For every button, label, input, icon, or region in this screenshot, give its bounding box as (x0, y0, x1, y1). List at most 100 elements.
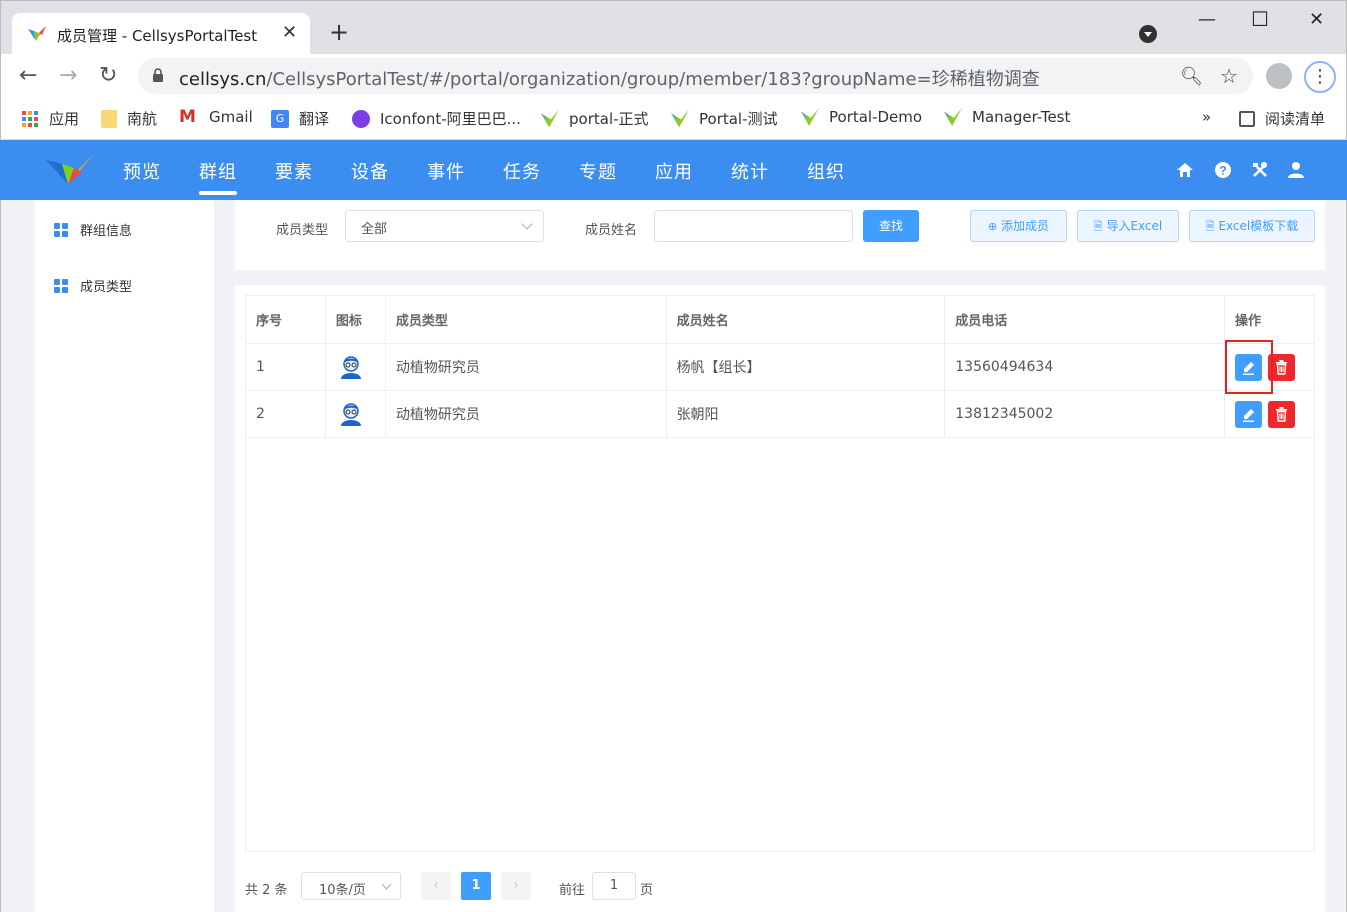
search-button[interactable]: 查找 (863, 210, 919, 242)
forward-icon[interactable]: → (59, 62, 77, 90)
nav-organization[interactable]: 组织 (807, 158, 845, 184)
member-type-value: 全部 (361, 222, 388, 237)
cell-icon (324, 343, 386, 391)
nav-events[interactable]: 事件 (427, 158, 465, 184)
download-template-button[interactable]: 🗎︎ Excel模板下载 (1189, 210, 1315, 242)
app-favicon-icon (28, 26, 46, 41)
member-type-select[interactable]: 全部 (345, 210, 544, 242)
next-page-button[interactable]: › (501, 872, 531, 900)
reading-list-icon (1239, 110, 1255, 127)
bookmark-label: Iconfont-阿里巴巴... (380, 110, 521, 128)
nav-preview[interactable]: 预览 (123, 158, 161, 184)
grid-icon (54, 278, 68, 293)
bookmark-label: 应用 (49, 110, 80, 128)
download-template-label: Excel模板下载 (1218, 219, 1299, 233)
column-header-type: 成员类型 (384, 295, 667, 344)
tools-icon[interactable] (1251, 161, 1269, 179)
nav-elements[interactable]: 要素 (275, 158, 313, 184)
zoom-icon[interactable]: 🔍︎ (1180, 66, 1203, 87)
sidebar-item-label: 成员类型 (80, 280, 133, 295)
table-row: 2 动植物研究员 张朝阳 13812345002 (245, 390, 1315, 438)
cell-member-phone: 13560494634 (944, 343, 1226, 391)
goto-label: 前往 (559, 883, 586, 898)
column-header-actions: 操作 (1224, 295, 1315, 344)
bookmark-star-icon[interactable]: ☆ (1220, 64, 1238, 88)
reading-list-button[interactable]: 阅读清单 (1239, 108, 1325, 129)
bookmark-portal-test[interactable]: Portal-测试 (671, 108, 778, 129)
sidebar-item-member-type[interactable]: 成员类型 (54, 276, 132, 295)
pencil-icon (1243, 408, 1255, 422)
main-content: 群组信息 成员类型 成员类型 全部 成员姓名 查找 ⊕ 添加成员 🗎︎ 导入Ex… (0, 200, 1347, 912)
column-header-index: 序号 (245, 295, 326, 344)
browser-tab[interactable]: 成员管理 - CellsysPortalTest ✕ (12, 13, 310, 55)
edit-button[interactable] (1235, 400, 1263, 428)
pagination: 共 2 条 10条/页 ‹ 1 › 前往 1 页 (235, 872, 1325, 902)
import-excel-button[interactable]: 🗎︎ 导入Excel (1077, 210, 1179, 242)
svg-text:?: ? (1219, 164, 1226, 178)
trash-icon (1276, 406, 1288, 422)
minimize-icon[interactable]: — (1198, 9, 1216, 30)
import-excel-label: 导入Excel (1106, 219, 1163, 233)
new-tab-icon[interactable]: + (329, 17, 349, 47)
tab-title: 成员管理 - CellsysPortalTest (57, 27, 258, 45)
sidebar-item-label: 群组信息 (80, 224, 133, 239)
help-icon[interactable]: ? (1214, 161, 1232, 179)
nav-group[interactable]: 群组 (199, 158, 237, 195)
reload-icon[interactable]: ↻ (99, 62, 117, 90)
grid-icon (54, 222, 68, 237)
researcher-avatar-icon (340, 356, 361, 379)
member-name-input[interactable] (654, 210, 853, 242)
home-icon[interactable] (1176, 161, 1194, 179)
prev-page-button[interactable]: ‹ (421, 872, 451, 900)
bookmark-iconfont[interactable]: Iconfont-阿里巴巴... (352, 108, 521, 129)
member-table-panel: 序号 图标 成员类型 成员姓名 成员电话 操作 1 动植物研究员 杨帆【组长】 … (235, 285, 1325, 912)
bookmark-label: Portal-Demo (829, 108, 923, 126)
bookmark-apps[interactable]: 应用 (21, 108, 79, 129)
address-bar[interactable]: cellsys.cn/CellsysPortalTest/#/portal/or… (138, 58, 1253, 94)
bookmarks-overflow-button[interactable]: » (1202, 108, 1211, 126)
nav-topics[interactable]: 专题 (579, 158, 617, 184)
member-name-label: 成员姓名 (585, 223, 638, 238)
back-icon[interactable]: ← (19, 62, 37, 90)
profile-avatar-icon[interactable] (1266, 63, 1292, 89)
page-number-current[interactable]: 1 (461, 872, 491, 900)
app-favicon-icon (944, 108, 962, 126)
edit-button-highlight (1225, 340, 1273, 394)
user-icon[interactable] (1287, 161, 1305, 179)
nav-devices[interactable]: 设备 (351, 158, 389, 184)
tab-close-icon[interactable]: ✕ (282, 22, 297, 43)
member-type-label: 成员类型 (276, 223, 329, 238)
nav-stats[interactable]: 统计 (731, 158, 769, 184)
member-table: 序号 图标 成员类型 成员姓名 成员电话 操作 1 动植物研究员 杨帆【组长】 … (245, 295, 1315, 438)
bookmark-label: Portal-测试 (699, 110, 778, 128)
table-header-row: 序号 图标 成员类型 成员姓名 成员电话 操作 (245, 295, 1315, 344)
bookmark-label: Manager-Test (972, 108, 1071, 126)
column-header-icon: 图标 (324, 295, 386, 344)
bookmark-manager-test[interactable]: Manager-Test (944, 108, 1070, 126)
page-suffix-label: 页 (640, 883, 654, 898)
bookmark-translate[interactable]: G 翻译 (271, 108, 329, 129)
goto-page-input[interactable]: 1 (592, 872, 636, 900)
column-header-phone: 成员电话 (944, 295, 1226, 344)
delete-button[interactable] (1268, 400, 1296, 428)
page-size-select[interactable]: 10条/页 (301, 872, 401, 900)
bookmark-nanhang[interactable]: 南航 (101, 108, 157, 129)
bookmark-label: 翻译 (299, 110, 330, 128)
page-size-value: 10条/页 (319, 883, 366, 898)
plus-circle-icon: ⊕ (987, 220, 998, 233)
bookmark-portal-demo[interactable]: Portal-Demo (801, 108, 922, 126)
nav-tasks[interactable]: 任务 (503, 158, 541, 184)
bookmark-portal-prod[interactable]: portal-正式 (541, 108, 649, 129)
iconfont-icon (352, 109, 370, 128)
sidebar-item-group-info[interactable]: 群组信息 (54, 220, 132, 239)
browser-menu-icon[interactable]: ⋮ (1304, 61, 1336, 93)
app-header: 预览 群组 要素 设备 事件 任务 专题 应用 统计 组织 ? (0, 140, 1347, 200)
maximize-icon[interactable]: ☐ (1251, 7, 1269, 31)
folder-icon (101, 109, 117, 128)
add-member-button[interactable]: ⊕ 添加成员 (970, 210, 1067, 242)
nav-apps[interactable]: 应用 (655, 158, 693, 184)
bookmark-label: 南航 (127, 110, 158, 128)
window-close-icon[interactable]: ✕ (1309, 9, 1324, 30)
bookmark-gmail[interactable]: M Gmail (179, 108, 253, 126)
tab-search-icon[interactable] (1139, 25, 1157, 43)
